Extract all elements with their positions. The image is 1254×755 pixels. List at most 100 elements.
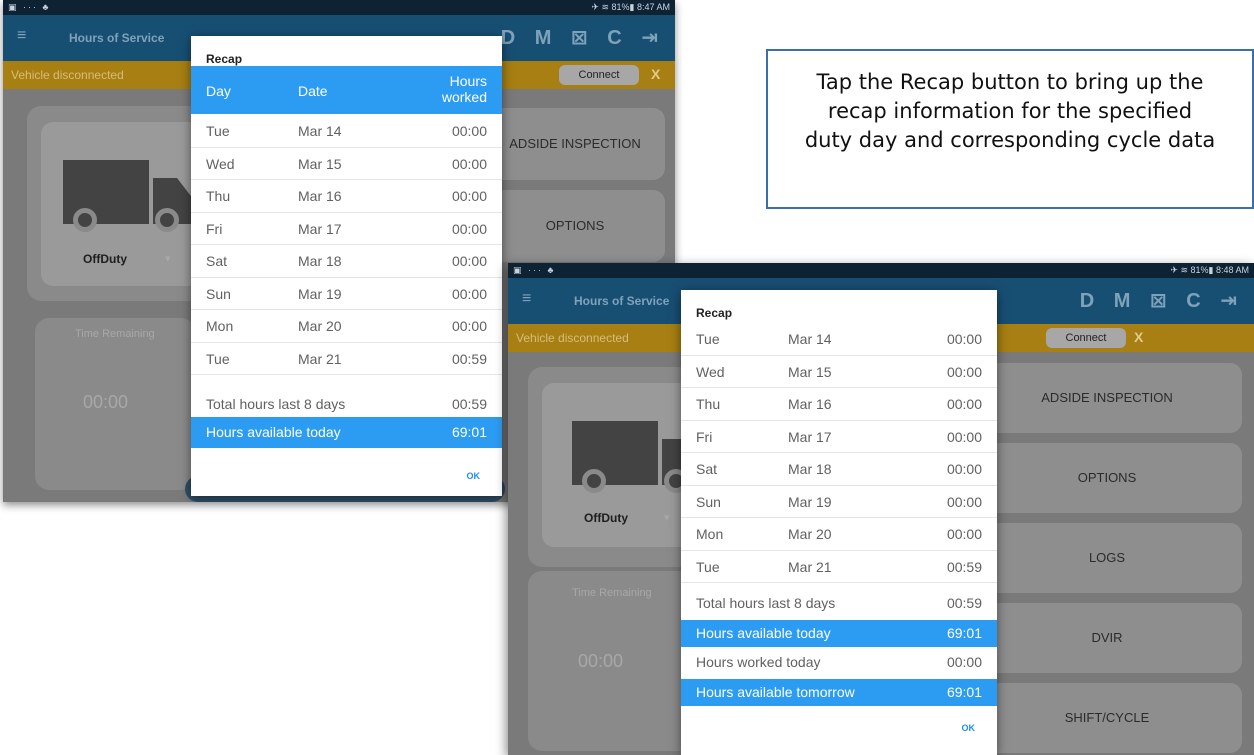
recap-dialog: Recap Day Date Hours worked Tue Mar 14 00:0… <box>191 36 502 496</box>
header-hours-worked: Hours worked <box>441 73 487 105</box>
row-day: Sat <box>206 253 228 269</box>
available-today-value: 69:01 <box>451 424 487 440</box>
menu-icon[interactable]: ≡ <box>522 290 531 308</box>
row-hours: 00:00 <box>946 493 982 510</box>
recap-row: Sun Mar 19 00:00 <box>681 486 997 518</box>
connect-button[interactable]: Connect <box>1046 328 1126 348</box>
row-day: Tue <box>206 123 230 139</box>
row-date: Mar 19 <box>298 285 342 302</box>
row-hours: 00:00 <box>451 188 487 204</box>
time-remaining-label: Time Remaining <box>572 587 652 599</box>
ok-button[interactable]: OK <box>962 723 976 733</box>
toolbar-actions[interactable]: D M ⊠ C ⇥ <box>501 25 665 50</box>
row-day: Sun <box>206 285 231 302</box>
chevron-down-icon: ▾ <box>664 512 670 524</box>
row-hours: 00:00 <box>946 363 982 380</box>
app-title: Hours of Service <box>574 294 670 308</box>
duty-status-tile[interactable]: OffDuty ▾ <box>41 122 201 286</box>
row-hours: 00:00 <box>946 428 982 445</box>
app-title: Hours of Service <box>69 31 165 45</box>
row-date: Mar 14 <box>298 123 342 139</box>
header-day: Day <box>206 83 231 99</box>
total-hours-value: 00:59 <box>451 396 487 412</box>
row-day: Wed <box>696 363 725 380</box>
row-hours: 00:00 <box>451 285 487 302</box>
recap-row: Tue Mar 21 00:59 <box>191 343 502 375</box>
dialog-title: Recap <box>696 306 733 320</box>
row-hours: 00:00 <box>946 461 982 477</box>
total-hours-label: Total hours last 8 days <box>206 396 346 412</box>
row-hours: 00:00 <box>451 123 487 139</box>
row-day: Sat <box>696 461 718 477</box>
options-button[interactable]: OPTIONS <box>972 443 1242 513</box>
row-day: Mon <box>206 318 234 334</box>
row-date: Mar 16 <box>298 188 342 204</box>
row-day: Thu <box>696 396 721 412</box>
recap-table-header: Day Date Hours worked <box>191 66 502 114</box>
shift-cycle-button[interactable]: SHIFT/CYCLE <box>972 683 1242 753</box>
recap-row: Thu Mar 16 00:00 <box>681 388 997 421</box>
row-day: Tue <box>696 558 720 575</box>
row-date: Mar 17 <box>788 428 832 445</box>
row-hours: 00:00 <box>946 396 982 412</box>
status-icons: ▣ ··· ♣ <box>8 2 51 12</box>
callout-line-1: Tap the Recap button to bring up the <box>816 70 1204 94</box>
recap-row: Mon Mar 20 00:00 <box>681 518 997 551</box>
instruction-callout: Tap the Recap button to bring up the rec… <box>766 49 1254 209</box>
row-day: Tue <box>696 331 720 347</box>
row-day: Sun <box>696 493 721 510</box>
menu-icon[interactable]: ≡ <box>17 27 26 45</box>
available-today-label: Hours available today <box>206 424 341 440</box>
row-day: Tue <box>206 350 230 367</box>
roadside-inspection-button[interactable]: ADSIDE INSPECTION <box>972 363 1242 433</box>
status-battery-time: ✈ ≋ 81%▮ 8:47 AM <box>591 2 670 12</box>
options-button[interactable]: OPTIONS <box>485 190 665 262</box>
row-hours: 00:00 <box>451 318 487 334</box>
logs-button[interactable]: LOGS <box>972 523 1242 593</box>
available-today-label: Hours available today <box>696 625 831 641</box>
time-remaining-label: Time Remaining <box>75 328 155 340</box>
row-day: Fri <box>206 220 223 237</box>
screenshot-recap-2: ▣ ··· ♣ ✈ ≋ 81%▮ 8:48 AM ≡ Hours of Serv… <box>508 263 1254 755</box>
row-date: Mar 21 <box>298 350 342 367</box>
row-hours: 00:00 <box>451 155 487 172</box>
duty-status-label: OffDuty <box>83 252 127 266</box>
row-date: Mar 20 <box>298 318 342 334</box>
time-remaining-value: 00:00 <box>578 651 624 671</box>
time-remaining-panel: Time Remaining 00:00 <box>35 318 195 490</box>
roadside-inspection-button[interactable]: ADSIDE INSPECTION <box>485 108 665 180</box>
hours-available-tomorrow-row: Hours available tomorrow 69:01 <box>681 679 997 706</box>
close-icon[interactable]: X <box>1134 329 1143 345</box>
worked-today-value: 00:00 <box>946 654 982 670</box>
row-date: Mar 15 <box>298 155 342 172</box>
row-day: Fri <box>696 428 713 445</box>
available-tomorrow-value: 69:01 <box>946 684 982 700</box>
row-hours: 00:59 <box>451 350 487 367</box>
connect-button[interactable]: Connect <box>559 65 639 85</box>
row-date: Mar 14 <box>788 331 832 347</box>
time-remaining-value: 00:00 <box>83 392 129 412</box>
worked-today-label: Hours worked today <box>696 654 821 670</box>
duty-status-tile[interactable]: OffDuty ▾ <box>542 383 702 547</box>
dvir-button[interactable]: DVIR <box>972 603 1242 673</box>
banner-text: Vehicle disconnected <box>11 68 124 82</box>
recap-row: Wed Mar 15 00:00 <box>681 356 997 388</box>
row-hours: 00:00 <box>946 526 982 542</box>
duty-status-label: OffDuty <box>584 511 628 525</box>
dialog-title: Recap <box>206 52 243 66</box>
toolbar-actions[interactable]: D M ⊠ C ⇥ <box>1080 288 1244 313</box>
recap-row: Wed Mar 15 00:00 <box>191 148 502 180</box>
recap-row: Mon Mar 20 00:00 <box>191 310 502 343</box>
close-icon[interactable]: X <box>651 66 660 82</box>
ok-button[interactable]: OK <box>467 471 481 481</box>
row-day: Wed <box>206 155 235 172</box>
status-bar: ▣ ··· ♣ ✈ ≋ 81%▮ 8:48 AM <box>508 263 1254 278</box>
recap-row: Tue Mar 21 00:59 <box>681 551 997 583</box>
hours-worked-today-row: Hours worked today 00:00 <box>681 649 997 676</box>
banner-text: Vehicle disconnected <box>516 331 629 345</box>
recap-row: Sun Mar 19 00:00 <box>191 278 502 310</box>
row-hours: 00:00 <box>946 331 982 347</box>
hours-available-today-row: Hours available today 69:01 <box>681 620 997 647</box>
row-date: Mar 15 <box>788 363 832 380</box>
callout-line-2: recap information for the specified <box>827 99 1193 123</box>
